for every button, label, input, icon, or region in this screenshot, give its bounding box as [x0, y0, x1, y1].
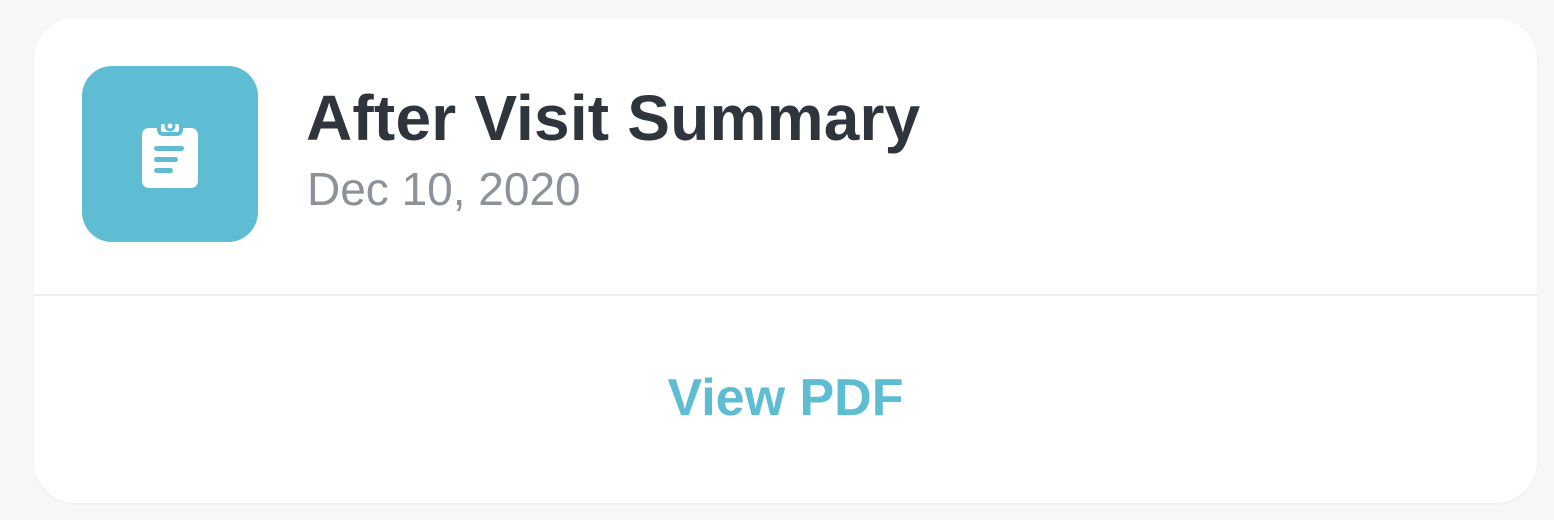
document-icon-tile: [82, 66, 258, 242]
action-row: View PDF: [34, 296, 1537, 503]
document-card: After Visit Summary Dec 10, 2020 View PD…: [34, 18, 1537, 503]
document-title: After Visit Summary: [306, 82, 921, 154]
document-date: Dec 10, 2020: [307, 163, 581, 215]
view-pdf-button[interactable]: View PDF: [667, 368, 903, 428]
card-header: After Visit Summary Dec 10, 2020: [34, 18, 1537, 294]
clipboard-icon: [142, 120, 198, 188]
